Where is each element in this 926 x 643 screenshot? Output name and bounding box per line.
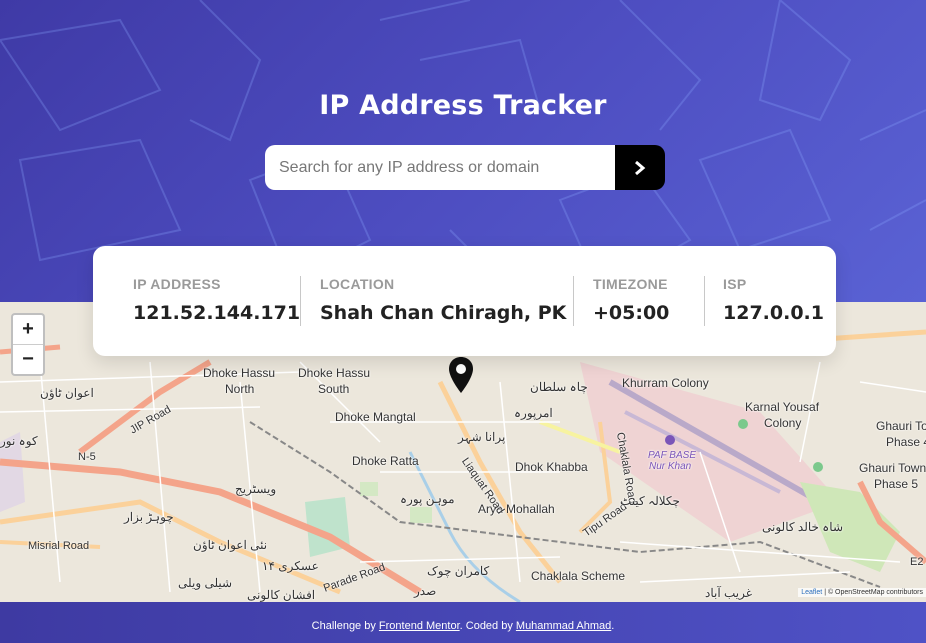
isp-label: ISP: [723, 276, 747, 292]
location-cell: LOCATION Shah Chan Chiragh, PK: [320, 276, 566, 324]
map-label: Chaklala Scheme: [531, 569, 626, 583]
map-label: Dhoke Ratta: [352, 454, 419, 468]
map-label: شیلی ویلی: [178, 576, 233, 590]
ip-address-label: IP ADDRESS: [133, 276, 221, 292]
map-label: شاہ خالد کالونی: [762, 520, 844, 534]
zoom-in-button[interactable]: +: [13, 315, 43, 345]
ip-search-input[interactable]: [265, 145, 615, 190]
osm-attribution: | © OpenStreetMap contributors: [824, 589, 923, 596]
map-label: Phase 4: [886, 435, 926, 449]
location-pin-icon[interactable]: [448, 356, 474, 398]
map-label: چاہ سلطان: [530, 380, 588, 394]
page-title: IP Address Tracker: [319, 90, 607, 121]
isp-value: 127.0.0.1: [723, 302, 824, 324]
location-label: LOCATION: [320, 276, 395, 292]
map-label: افشان کالونی: [247, 588, 316, 602]
map-label: صدر: [414, 584, 437, 598]
map-label: اعوان ٹاؤن: [40, 386, 94, 400]
search-submit-button[interactable]: [615, 145, 665, 190]
ip-info-card: IP ADDRESS 121.52.144.171 LOCATION Shah …: [93, 246, 836, 356]
timezone-label: TIMEZONE: [593, 276, 668, 292]
timezone-cell: TIMEZONE +05:00: [593, 276, 669, 324]
map-label: PAF BASE: [648, 450, 696, 461]
ip-address-value: 121.52.144.171: [133, 302, 301, 324]
map-label: Karnal Yousaf: [745, 400, 820, 414]
map-label: نئی اعوان ٹاؤن: [193, 538, 268, 552]
divider: [300, 276, 301, 326]
frontend-mentor-link[interactable]: Frontend Mentor: [379, 620, 460, 632]
map-label: چکلالہ کینٹ: [620, 494, 680, 508]
map-label: Dhok Khabba: [515, 460, 588, 474]
map-label: Nur Khan: [649, 461, 692, 472]
timezone-value: +05:00: [593, 302, 670, 324]
map-label: امرپورہ: [514, 406, 553, 420]
coded-by-text: . Coded by: [459, 620, 513, 632]
footer-end-text: .: [611, 620, 615, 632]
map-label: Ghauri Town: [859, 461, 926, 475]
chevron-right-icon: [635, 160, 646, 175]
map-label: کامران چوک: [427, 564, 490, 578]
search-bar: [265, 145, 665, 190]
map-label: غریب آباد: [705, 586, 753, 600]
map-label: Misrial Road: [28, 540, 90, 552]
map-attribution: Leaflet | © OpenStreetMap contributors: [798, 588, 926, 597]
leaflet-link[interactable]: Leaflet: [801, 589, 822, 596]
zoom-out-button[interactable]: −: [13, 345, 43, 374]
map-label: Khurram Colony: [622, 376, 709, 390]
attribution-text: Challenge by Frontend Mentor. Coded by M…: [0, 620, 926, 632]
isp-cell: ISP 127.0.0.1: [723, 276, 824, 324]
author-link[interactable]: Muhammad Ahmad: [516, 620, 611, 632]
footer: Challenge by Frontend Mentor. Coded by M…: [0, 602, 926, 643]
map-label: چوہڑ بزار: [124, 510, 174, 524]
map-label: Dhoke Hassu: [298, 366, 371, 380]
map-label: N-5: [78, 451, 96, 463]
map-label: کوہ نور: [0, 434, 38, 448]
ip-address-cell: IP ADDRESS 121.52.144.171: [133, 276, 300, 324]
map-label: Dhoke Hassu: [203, 366, 276, 380]
map-label: North: [225, 382, 255, 396]
divider: [573, 276, 574, 326]
location-value: Shah Chan Chiragh, PK: [320, 302, 567, 324]
challenge-by-text: Challenge by: [311, 620, 376, 632]
map-label: پرانا شہر: [458, 430, 506, 444]
divider: [704, 276, 705, 326]
map-label: Dhoke Mangtal: [335, 410, 416, 424]
map-label: Phase 5: [874, 477, 919, 491]
zoom-control: + −: [11, 313, 45, 376]
map-label: ویسٹریج: [235, 482, 277, 496]
map-label: موہن پورہ: [400, 492, 455, 506]
map-label: E2: [910, 556, 924, 568]
map-label: عسکری ۱۴: [262, 559, 319, 573]
map-label: Ghauri To: [876, 419, 926, 433]
map-label: Colony: [764, 416, 802, 430]
map-label: South: [318, 382, 350, 396]
